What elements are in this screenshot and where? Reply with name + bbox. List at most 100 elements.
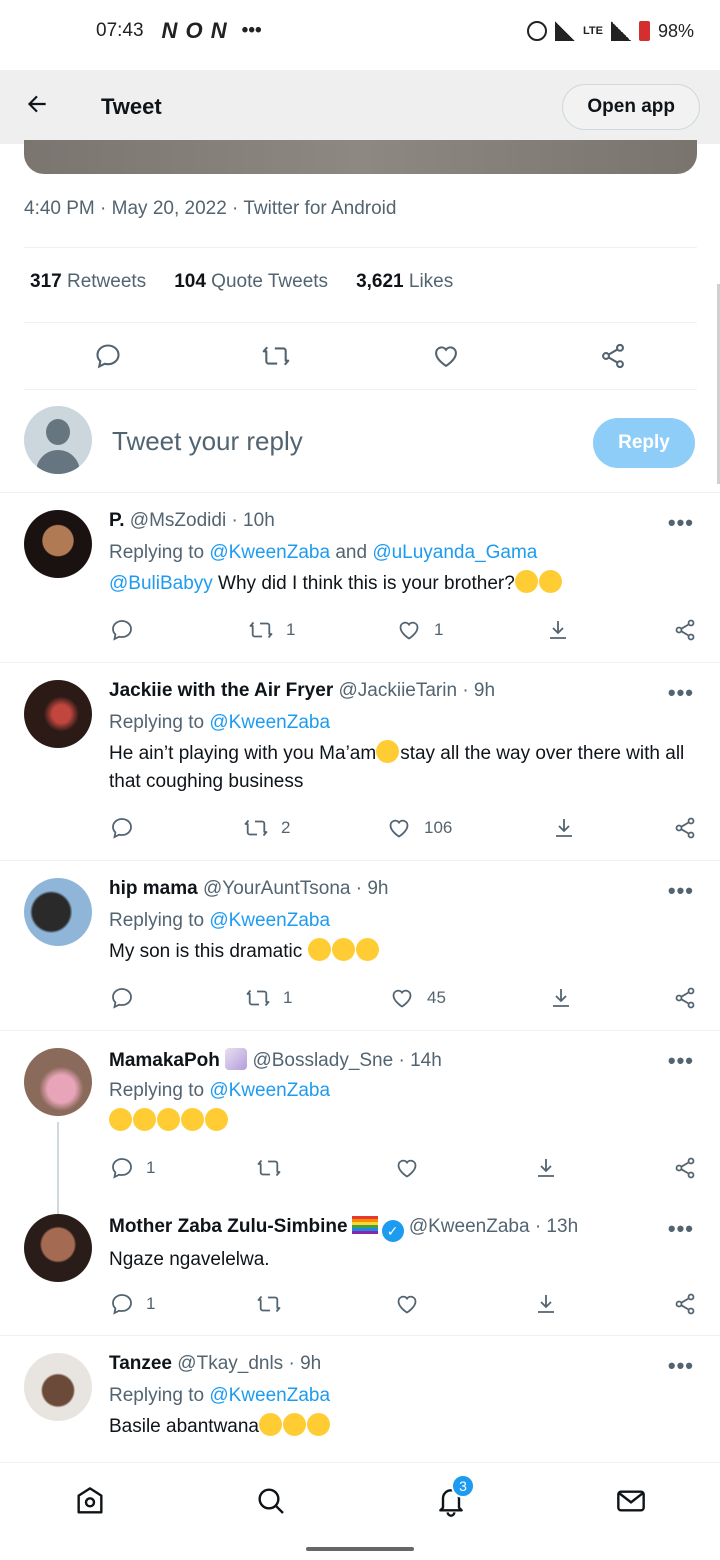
mention-link[interactable]: @KweenZaba — [209, 1080, 330, 1101]
reply-icon[interactable] — [110, 816, 134, 840]
retweet-icon[interactable] — [255, 1292, 283, 1316]
share-icon[interactable] — [673, 986, 697, 1010]
like-count: 106 — [424, 818, 453, 837]
tweet-text: Ngaze ngavelelwa. — [109, 1249, 270, 1270]
reply-icon[interactable] — [110, 1292, 134, 1316]
author-handle[interactable]: @JackiieTarin — [339, 680, 458, 701]
more-icon[interactable]: ••• — [668, 680, 694, 706]
author-handle[interactable]: @YourAuntTsona — [203, 878, 350, 899]
author-name[interactable]: hip mama — [109, 878, 198, 899]
share-icon[interactable] — [673, 618, 697, 642]
share-icon[interactable] — [673, 1292, 697, 1316]
more-icon[interactable]: ••• — [668, 1353, 694, 1379]
like-icon[interactable] — [432, 342, 460, 370]
author-name[interactable]: MamakaPoh — [109, 1050, 220, 1071]
download-icon[interactable] — [534, 1292, 558, 1316]
retweet-count: 2 — [281, 818, 291, 837]
divider — [0, 860, 720, 861]
retweet-icon[interactable] — [255, 1156, 283, 1180]
tweet-time: · 13h — [534, 1216, 579, 1237]
mention-link[interactable]: @KweenZaba — [209, 542, 330, 563]
verified-badge-icon: ✓ — [381, 1220, 404, 1242]
like-icon[interactable] — [395, 1292, 419, 1316]
download-icon[interactable] — [534, 1156, 558, 1180]
tweet-text: @BuliBabyy Why did I think this is your … — [109, 570, 699, 598]
search-icon[interactable] — [255, 1485, 287, 1517]
tweet-time: · 10h — [231, 510, 275, 531]
mention-link[interactable]: @KweenZaba — [209, 712, 330, 733]
author-handle[interactable]: @Tkay_dnls — [177, 1353, 283, 1374]
tweet-text — [109, 1108, 699, 1136]
reply-icon[interactable] — [110, 986, 134, 1010]
rofl-emoji — [205, 1108, 228, 1131]
like-count: 45 — [427, 988, 446, 1007]
avatar[interactable] — [24, 1353, 92, 1421]
mention-link[interactable]: @uLuyanda_Gama — [372, 542, 537, 563]
share-icon[interactable] — [599, 342, 627, 370]
tweet-text: He ain’t playing with you Ma’am stay all … — [109, 740, 699, 796]
likes-stat[interactable]: 3,621 Likes — [356, 271, 453, 293]
author-name[interactable]: P. — [109, 510, 125, 531]
divider — [24, 389, 697, 390]
mention-link[interactable]: @BuliBabyy — [109, 573, 213, 594]
like-icon[interactable] — [397, 618, 421, 642]
share-icon[interactable] — [673, 816, 697, 840]
messages-icon[interactable] — [615, 1485, 647, 1517]
more-icon[interactable]: ••• — [668, 1216, 694, 1242]
back-arrow-icon[interactable] — [24, 91, 50, 123]
rofl-emoji — [157, 1108, 180, 1131]
share-icon[interactable] — [673, 1156, 697, 1180]
unicorn-emoji — [225, 1048, 248, 1070]
page-title: Tweet — [101, 94, 162, 119]
more-icon[interactable]: ••• — [668, 878, 694, 904]
more-icon[interactable]: ••• — [668, 510, 694, 536]
author-name[interactable]: Mother Zaba Zulu-Simbine — [109, 1216, 348, 1237]
like-icon[interactable] — [387, 816, 411, 840]
avatar[interactable] — [24, 680, 92, 748]
like-icon[interactable] — [395, 1156, 419, 1180]
download-icon[interactable] — [552, 816, 576, 840]
download-icon[interactable] — [549, 986, 573, 1010]
retweet-icon[interactable] — [244, 986, 272, 1010]
mention-link[interactable]: @KweenZaba — [209, 1385, 330, 1406]
author-handle[interactable]: @Bosslady_Sne — [252, 1050, 393, 1071]
avatar[interactable] — [24, 1214, 92, 1282]
reply-icon[interactable] — [110, 1156, 134, 1180]
reply-input[interactable]: Tweet your reply — [112, 426, 303, 457]
like-icon[interactable] — [390, 986, 414, 1010]
rofl-emoji — [133, 1108, 156, 1131]
battery-icon — [638, 21, 650, 41]
retweet-icon[interactable] — [261, 342, 291, 370]
tweet-header: Jackiie with the Air Fryer @JackiieTarin… — [109, 680, 495, 702]
open-app-button[interactable]: Open app — [562, 84, 700, 130]
divider — [0, 1030, 720, 1031]
retweet-icon[interactable] — [242, 816, 270, 840]
avatar[interactable] — [24, 878, 92, 946]
avatar[interactable] — [24, 1048, 92, 1116]
author-handle[interactable]: @KweenZaba — [409, 1216, 530, 1237]
tweet-text: My son is this dramatic — [109, 938, 699, 966]
notifications-badge: 3 — [451, 1474, 475, 1498]
author-name[interactable]: Jackiie with the Air Fryer — [109, 680, 333, 701]
tweet-media[interactable] — [24, 140, 697, 174]
reply-icon[interactable] — [110, 618, 134, 642]
avatar[interactable] — [24, 510, 92, 578]
reply-icon[interactable] — [94, 342, 122, 370]
more-icon[interactable]: ••• — [668, 1048, 694, 1074]
quote-tweets-stat[interactable]: 104 Quote Tweets — [174, 271, 328, 293]
divider — [0, 1335, 720, 1336]
author-name[interactable]: Tanzee — [109, 1353, 172, 1374]
like-count: 1 — [434, 620, 444, 639]
author-handle[interactable]: @MsZodidi — [130, 510, 226, 531]
reply-button[interactable]: Reply — [593, 418, 695, 468]
home-icon[interactable] — [74, 1485, 106, 1517]
replying-to: Replying to @KweenZaba and @uLuyanda_Gam… — [109, 542, 538, 563]
reply-count: 1 — [146, 1158, 156, 1177]
mention-link[interactable]: @KweenZaba — [209, 910, 330, 931]
download-icon[interactable] — [546, 618, 570, 642]
tweet-time: · 9h — [462, 680, 496, 701]
home-indicator[interactable] — [306, 1547, 414, 1551]
retweet-icon[interactable] — [247, 618, 275, 642]
retweets-stat[interactable]: 317 Retweets — [30, 271, 146, 293]
divider — [24, 247, 697, 248]
